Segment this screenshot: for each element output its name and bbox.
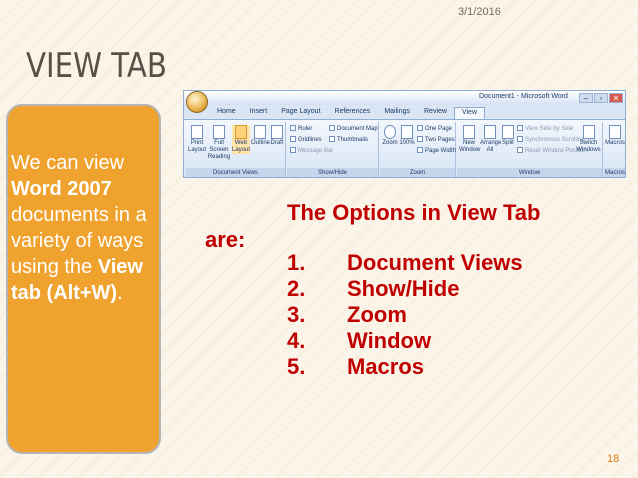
tab-page-layout[interactable]: Page Layout	[274, 107, 327, 119]
word-ribbon-screenshot: Document1 - Microsoft Word – ▫ ✕ Home In…	[183, 90, 626, 178]
macros-icon	[609, 125, 621, 139]
macros-button[interactable]: Macros	[605, 125, 625, 147]
print-layout-button[interactable]: Print Layout	[188, 125, 206, 154]
options-intro-are: are:	[205, 227, 246, 252]
outline-label: Outline	[251, 140, 271, 146]
web-layout-label: Web Layout	[232, 140, 251, 153]
list-item: 5. Macros	[287, 354, 425, 379]
switch-windows-button[interactable]: Switch Windows	[575, 125, 602, 154]
thumbnails-checkbox[interactable]: Thumbnails	[329, 136, 368, 144]
side-note-text-3: .	[117, 282, 123, 304]
arrange-all-button[interactable]: Arrange All	[480, 125, 502, 154]
print-layout-icon	[191, 125, 203, 139]
outline-button[interactable]: Outline	[251, 125, 271, 147]
split-button[interactable]: Split	[501, 125, 515, 147]
tab-view[interactable]: View	[453, 107, 485, 119]
group-window: New Window Arrange All Split View Side b…	[457, 122, 603, 177]
side-note-bold-word: Word 2007	[11, 178, 112, 200]
new-window-icon	[463, 125, 475, 139]
zoom-100-label: 100%	[399, 140, 415, 146]
split-label: Split	[502, 140, 514, 146]
close-button[interactable]: ✕	[609, 93, 623, 103]
group-zoom: Zoom 100% One Page Two Pages Page Width …	[380, 122, 456, 177]
magnifier-icon	[384, 125, 396, 139]
slide-date: 3/1/2016	[458, 6, 501, 18]
tab-insert[interactable]: Insert	[243, 107, 275, 119]
arrange-all-label: Arrange All	[480, 140, 502, 153]
zoom-100-icon	[401, 125, 413, 139]
ribbon-titlebar: Document1 - Microsoft Word – ▫ ✕	[184, 91, 625, 105]
zoom-100-button[interactable]: 100%	[399, 125, 415, 147]
arrange-all-icon	[484, 125, 496, 139]
ribbon-tabs: Home Insert Page Layout References Maili…	[210, 107, 485, 119]
new-window-button[interactable]: New Window	[459, 125, 481, 154]
macros-button-label: Macros	[605, 140, 625, 146]
two-pages-button[interactable]: Two Pages	[417, 136, 455, 144]
slide-title: VIEW TAB	[26, 46, 167, 86]
message-bar-checkbox[interactable]: Message Bar	[290, 147, 333, 155]
list-item: 2. Show/Hide	[287, 276, 460, 301]
tab-home[interactable]: Home	[210, 107, 243, 119]
minimize-button[interactable]: –	[579, 93, 593, 103]
ruler-checkbox[interactable]: Ruler	[290, 125, 312, 133]
zoom-button-label: Zoom	[382, 140, 398, 146]
ribbon-window-title: Document1 - Microsoft Word	[479, 93, 568, 100]
list-item: 3. Zoom	[287, 302, 407, 327]
office-button-icon[interactable]	[186, 91, 208, 113]
page-width-button[interactable]: Page Width	[417, 147, 456, 155]
zoom-group-label: Zoom	[380, 168, 455, 177]
full-screen-reading-label: Full Screen Reading	[207, 140, 231, 160]
macros-group-label: Macros	[604, 168, 625, 177]
split-icon	[502, 125, 514, 139]
group-show-hide: Ruler Gridlines Message Bar Document Map…	[287, 122, 379, 177]
draft-label: Draft	[270, 140, 284, 146]
full-screen-reading-button[interactable]: Full Screen Reading	[207, 125, 231, 161]
tab-review[interactable]: Review	[417, 107, 454, 119]
switch-windows-label: Switch Windows	[576, 140, 601, 153]
outline-icon	[253, 125, 266, 139]
tab-mailings[interactable]: Mailings	[377, 107, 417, 119]
draft-button[interactable]: Draft	[269, 125, 285, 147]
zoom-button[interactable]: Zoom	[382, 125, 398, 147]
window-group-label: Window	[457, 168, 602, 177]
maximize-button[interactable]: ▫	[594, 93, 608, 103]
group-macros: Macros Macros	[604, 122, 625, 177]
document-views-label: Document Views	[186, 168, 285, 177]
show-hide-label: Show/Hide	[287, 168, 378, 177]
side-note-box: We can view Word 2007 documents in a var…	[6, 104, 161, 454]
web-layout-icon	[235, 125, 247, 139]
list-item: 1. Document Views	[287, 250, 523, 275]
view-side-by-side-button[interactable]: View Side by Side	[517, 125, 573, 133]
web-layout-button[interactable]: Web Layout	[232, 125, 250, 154]
slide-number: 18	[607, 453, 620, 465]
tab-references[interactable]: References	[328, 107, 378, 119]
group-document-views: Print Layout Full Screen Reading Web Lay…	[186, 122, 286, 177]
new-window-label: New Window	[459, 140, 481, 153]
document-map-checkbox[interactable]: Document Map	[329, 125, 378, 133]
print-layout-label: Print Layout	[188, 140, 207, 153]
options-intro: The Options in View Tab	[287, 200, 541, 225]
draft-icon	[271, 125, 283, 139]
switch-windows-icon	[582, 125, 595, 139]
one-page-button[interactable]: One Page	[417, 125, 452, 133]
list-item: 4. Window	[287, 328, 432, 353]
full-screen-reading-icon	[213, 125, 225, 139]
gridlines-checkbox[interactable]: Gridlines	[290, 136, 322, 144]
ribbon-body: Print Layout Full Screen Reading Web Lay…	[184, 119, 625, 177]
side-note-text-1: We can view	[11, 152, 125, 174]
